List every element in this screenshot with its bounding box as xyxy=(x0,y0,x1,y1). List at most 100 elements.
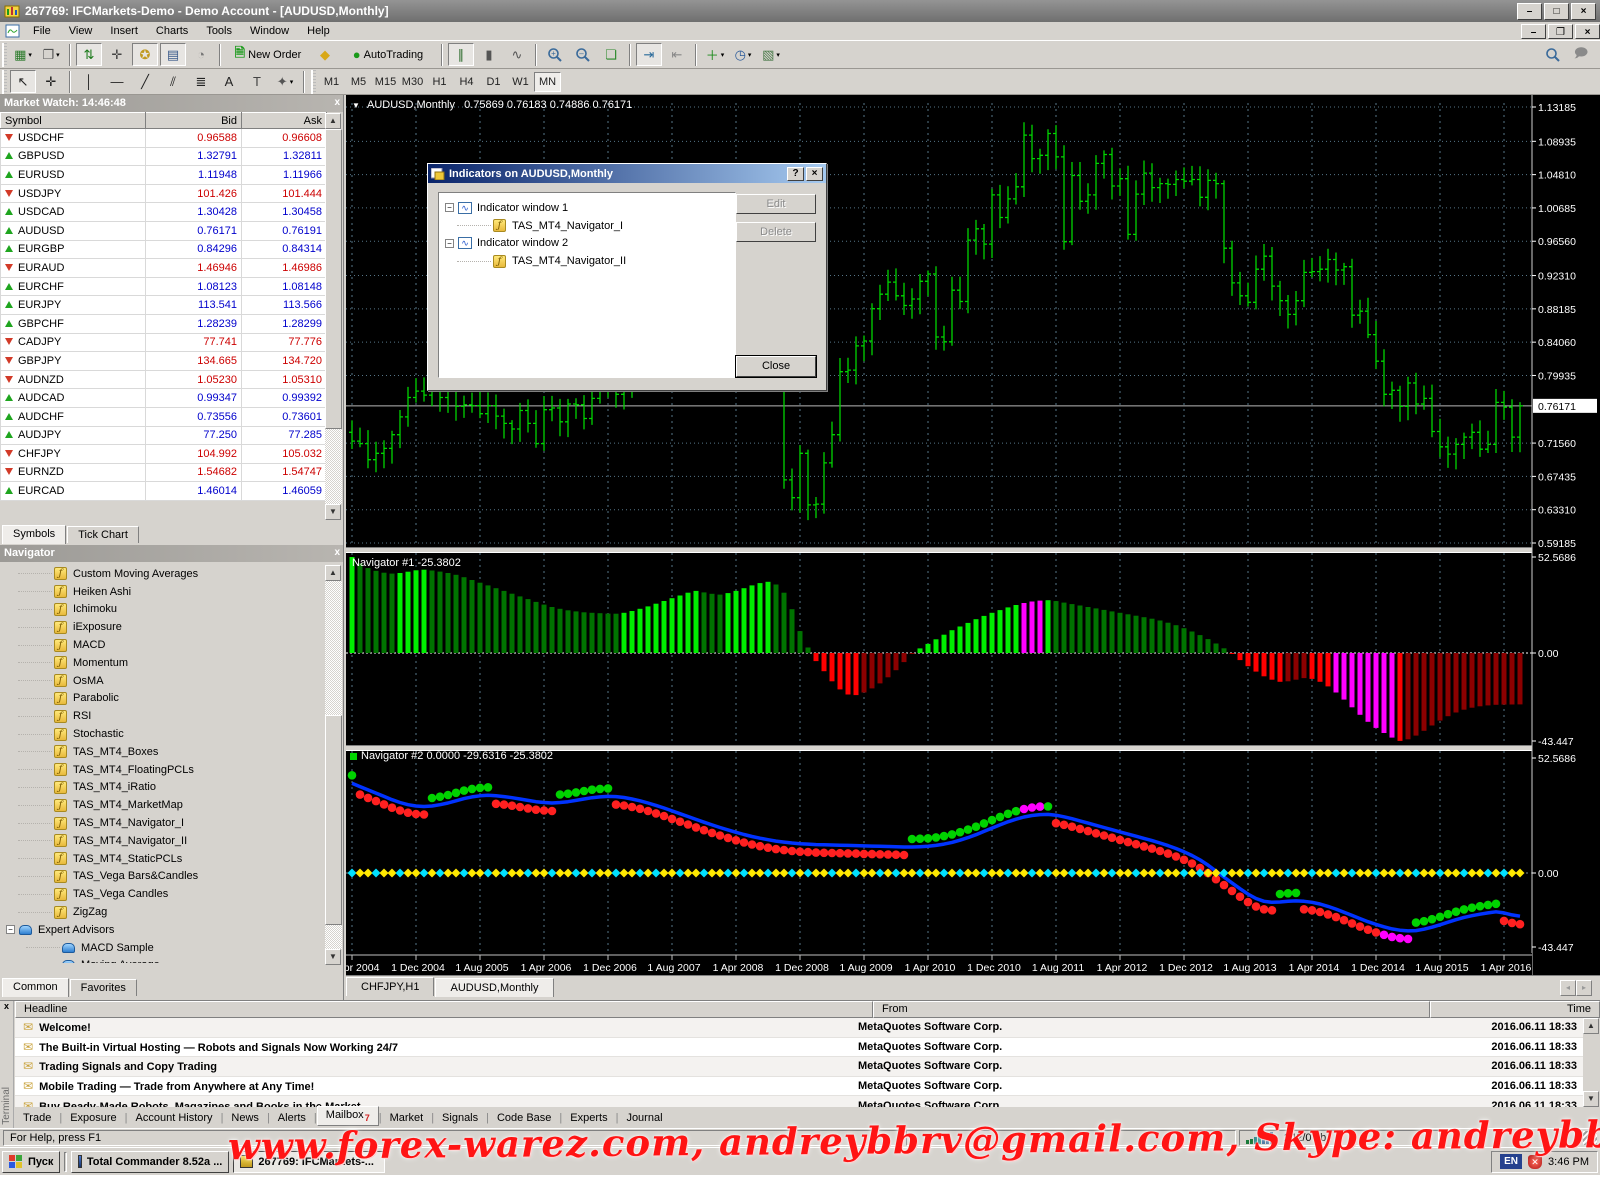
market-watch-row-EURAUD[interactable]: EURAUD1.469461.46986 xyxy=(1,259,327,278)
navigator-item-ichimoku[interactable]: ƒIchimoku xyxy=(2,601,323,619)
navigator-item-tas-mt4-navigator-i[interactable]: ƒTAS_MT4_Navigator_I xyxy=(2,814,323,832)
edit-button[interactable]: Edit xyxy=(736,194,816,214)
child-window-icon[interactable] xyxy=(5,24,20,38)
horizontal-line-button[interactable]: — xyxy=(104,70,130,93)
dialog-tree-indicator-2[interactable]: ƒTAS_MT4_Navigator_II xyxy=(443,252,731,270)
delete-button[interactable]: Delete xyxy=(736,222,816,242)
market-watch-row-EURGBP[interactable]: EURGBP0.842960.84314 xyxy=(1,240,327,259)
menu-charts[interactable]: Charts xyxy=(147,23,197,39)
navigator-item-tas-vega-bars-candles[interactable]: ƒTAS_Vega Bars&Candles xyxy=(2,868,323,886)
menu-file[interactable]: File xyxy=(24,23,60,39)
market-watch-column-ask[interactable]: Ask xyxy=(242,113,327,129)
collapse-icon[interactable]: − xyxy=(445,239,454,248)
dialog-indicator-list[interactable]: −∿Indicator window 1ƒTAS_MT4_Navigator_I… xyxy=(438,192,736,378)
terminal-tab-exposure[interactable]: Exposure xyxy=(62,1110,124,1126)
profiles-dropdown-icon[interactable]: ▾ xyxy=(56,51,60,59)
terminal-tab-account-history[interactable]: Account History xyxy=(128,1110,221,1126)
chevron-down-icon[interactable]: ▼ xyxy=(352,101,360,110)
market-watch-row-USDJPY[interactable]: USDJPY101.426101.444 xyxy=(1,184,327,203)
periods-menu-button[interactable]: ◷▾ xyxy=(730,43,756,66)
terminal-message-row[interactable]: ✉Trading Signals and Copy TradingMetaQuo… xyxy=(15,1057,1583,1077)
trendline-button[interactable]: ╱ xyxy=(132,70,158,93)
navigator-tab-common[interactable]: Common xyxy=(2,978,69,997)
community-icon[interactable]: 🗩 xyxy=(1568,43,1594,66)
bar-chart-button[interactable]: ∥ xyxy=(448,43,474,66)
navigator-item-tas-mt4-boxes[interactable]: ƒTAS_MT4_Boxes xyxy=(2,743,323,761)
navigator-item-tas-mt4-navigator-ii[interactable]: ƒTAS_MT4_Navigator_II xyxy=(2,832,323,850)
vertical-line-button[interactable]: │ xyxy=(76,70,102,93)
navigator-item-tas-mt4-staticpcls[interactable]: ƒTAS_MT4_StaticPCLs xyxy=(2,850,323,868)
market-watch-tab-tick-chart[interactable]: Tick Chart xyxy=(67,526,139,543)
chart-tab-chfjpy-h1[interactable]: CHFJPY,H1 xyxy=(346,977,434,996)
timeframe-M15[interactable]: M15 xyxy=(372,72,399,92)
chart-shift-button[interactable]: ⇤ xyxy=(664,43,690,66)
fibonacci-button[interactable]: ≣ xyxy=(188,70,214,93)
child-close-button[interactable]: × xyxy=(1575,24,1600,39)
market-watch-row-GBPCHF[interactable]: GBPCHF1.282391.28299 xyxy=(1,314,327,333)
market-watch-row-AUDNZD[interactable]: AUDNZD1.052301.05310 xyxy=(1,370,327,389)
timeframe-MN[interactable]: MN xyxy=(534,72,561,92)
navigator-item-moving-average[interactable]: Moving Average xyxy=(2,957,323,963)
navigator-item-momentum[interactable]: ƒMomentum xyxy=(2,654,323,672)
tile-windows-button[interactable]: ❏ xyxy=(598,43,624,66)
data-window-button[interactable]: ✛ xyxy=(104,43,130,66)
child-restore-button[interactable]: ❐ xyxy=(1548,24,1573,39)
terminal-scrollbar[interactable]: ▲ ▼ xyxy=(1583,1018,1600,1107)
collapse-icon[interactable]: − xyxy=(6,925,15,934)
market-watch-column-bid[interactable]: Bid xyxy=(146,113,242,129)
navigator-item-stochastic[interactable]: ƒStochastic xyxy=(2,725,323,743)
timeframe-D1[interactable]: D1 xyxy=(480,72,507,92)
market-watch-tab-symbols[interactable]: Symbols xyxy=(2,525,66,544)
market-watch-titlebar[interactable]: Market Watch: 14:46:48 x xyxy=(0,95,343,112)
market-watch-row-EURCAD[interactable]: EURCAD1.460141.46059 xyxy=(1,482,327,501)
taskbar-app-1[interactable]: Total Commander 8.52a ... xyxy=(71,1151,229,1173)
terminal-message-list[interactable]: ✉Welcome!MetaQuotes Software Corp.2016.0… xyxy=(15,1018,1583,1107)
metaeditor-button[interactable]: ◆ xyxy=(312,43,338,66)
market-watch-row-AUDCAD[interactable]: AUDCAD0.993470.99392 xyxy=(1,389,327,408)
navigator-item-tas-mt4-marketmap[interactable]: ƒTAS_MT4_MarketMap xyxy=(2,796,323,814)
cursor-button[interactable]: ↖ xyxy=(10,70,36,93)
terminal-column-time[interactable]: Time xyxy=(1430,1001,1600,1018)
market-watch-row-GBPUSD[interactable]: GBPUSD1.327911.32811 xyxy=(1,147,327,166)
text-button[interactable]: A xyxy=(216,70,242,93)
minimize-button[interactable]: – xyxy=(1517,3,1542,20)
terminal-column-headline[interactable]: Headline xyxy=(15,1001,873,1018)
market-watch-column-symbol[interactable]: Symbol xyxy=(1,113,146,129)
dialog-titlebar[interactable]: Indicators on AUDUSD,Monthly ? × xyxy=(428,164,826,183)
timeframe-W1[interactable]: W1 xyxy=(507,72,534,92)
market-watch-toggle-button[interactable]: ⇅ xyxy=(76,43,102,66)
terminal-message-row[interactable]: ✉The Built-in Virtual Hosting — Robots a… xyxy=(15,1038,1583,1058)
navigator-item-tas-mt4-iratio[interactable]: ƒTAS_MT4_iRatio xyxy=(2,779,323,797)
dialog-tree-window-2[interactable]: −∿Indicator window 2 xyxy=(443,235,731,253)
templates-menu-button[interactable]: ▧▾ xyxy=(758,43,784,66)
navigator-group-expert-advisors[interactable]: −Expert Advisors xyxy=(2,921,323,939)
market-watch-row-USDCAD[interactable]: USDCAD1.304281.30458 xyxy=(1,203,327,222)
indicators-menu-dropdown-icon[interactable]: ▾ xyxy=(721,51,725,59)
child-minimize-button[interactable]: – xyxy=(1521,24,1546,39)
navigator-titlebar[interactable]: Navigator x xyxy=(0,545,343,562)
navigator-scrollbar[interactable]: ▲ ▼ xyxy=(325,565,342,965)
market-watch-row-AUDUSD[interactable]: AUDUSD0.761710.76191 xyxy=(1,221,327,240)
terminal-toggle-button[interactable]: ▤ xyxy=(160,43,186,66)
close-button-dialog[interactable]: Close xyxy=(736,356,816,377)
timeframe-H1[interactable]: H1 xyxy=(426,72,453,92)
navigator-item-macd-sample[interactable]: MACD Sample xyxy=(2,939,323,957)
candlestick-chart-button[interactable]: ▮ xyxy=(476,43,502,66)
new-order-button[interactable]: 🗎New Order xyxy=(226,43,310,66)
dialog-close-button[interactable]: × xyxy=(806,167,823,181)
close-button[interactable]: × xyxy=(1571,3,1596,20)
menu-view[interactable]: View xyxy=(60,23,102,39)
navigator-item-heiken-ashi[interactable]: ƒHeiken Ashi xyxy=(2,583,323,601)
line-chart-button[interactable]: ∿ xyxy=(504,43,530,66)
crosshair-button[interactable]: ✛ xyxy=(38,70,64,93)
timeframe-H4[interactable]: H4 xyxy=(453,72,480,92)
market-watch-row-CADJPY[interactable]: CADJPY77.74177.776 xyxy=(1,333,327,352)
chart-tab-audusd-monthly[interactable]: AUDUSD,Monthly xyxy=(435,978,553,997)
navigator-tab-favorites[interactable]: Favorites xyxy=(70,979,137,996)
navigator-item-tas-mt4-floatingpcls[interactable]: ƒTAS_MT4_FloatingPCLs xyxy=(2,761,323,779)
market-watch-row-EURJPY[interactable]: EURJPY113.541113.566 xyxy=(1,296,327,315)
market-watch-row-AUDCHF[interactable]: AUDCHF0.735560.73601 xyxy=(1,407,327,426)
timeframe-M1[interactable]: M1 xyxy=(318,72,345,92)
new-chart-dropdown-icon[interactable]: ▾ xyxy=(28,51,32,59)
start-button[interactable]: Пуск xyxy=(2,1151,60,1173)
